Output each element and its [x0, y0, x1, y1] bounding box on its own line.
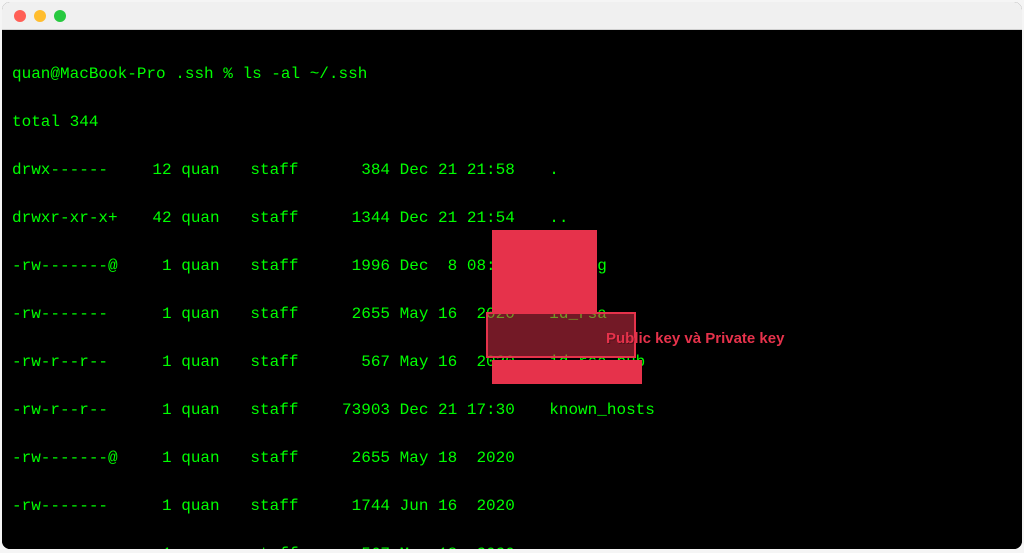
total-line: total 344 [12, 110, 1012, 134]
list-item: -rw-r--r-- 1 quan staff 567 May 18 2020 [12, 542, 1012, 549]
list-item: -rw------- 1 quan staff 1744 Jun 16 2020 [12, 494, 1012, 518]
redaction-box-1 [492, 230, 597, 312]
terminal-window: quan@MacBook-Pro .ssh % ls -al ~/.ssh to… [2, 2, 1022, 549]
prompt-dir: .ssh [175, 65, 213, 83]
close-icon[interactable] [14, 10, 26, 22]
prompt-user: quan [12, 65, 50, 83]
maximize-icon[interactable] [54, 10, 66, 22]
command-text: ls -al ~/.ssh [242, 65, 367, 83]
prompt-host: MacBook-Pro [60, 65, 166, 83]
terminal-body[interactable]: quan@MacBook-Pro .ssh % ls -al ~/.ssh to… [2, 30, 1022, 549]
titlebar [2, 2, 1022, 30]
list-item: -rw-r--r-- 1 quan staff 73903 Dec 21 17:… [12, 398, 1012, 422]
redaction-box-2 [492, 360, 642, 384]
list-item: -rw-------@ 1 quan staff 2655 May 18 202… [12, 446, 1012, 470]
list-item: drwx------ 12 quan staff 384 Dec 21 21:5… [12, 158, 1012, 182]
prompt-line-1: quan@MacBook-Pro .ssh % ls -al ~/.ssh [12, 62, 1012, 86]
prompt-symbol: % [223, 65, 233, 83]
annotation-label: Public key và Private key [606, 327, 784, 351]
list-item: drwxr-xr-x+ 42 quan staff 1344 Dec 21 21… [12, 206, 1012, 230]
minimize-icon[interactable] [34, 10, 46, 22]
